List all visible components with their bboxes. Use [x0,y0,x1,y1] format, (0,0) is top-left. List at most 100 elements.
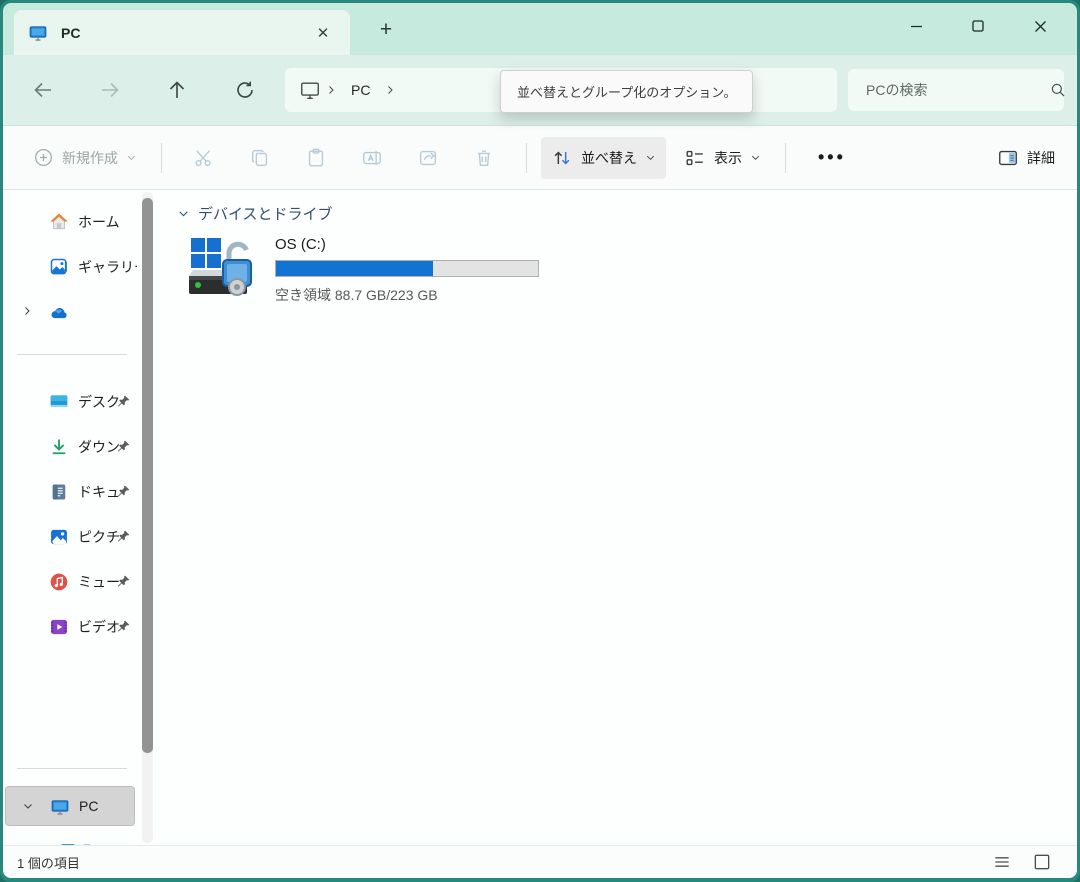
drive-free-space: 空き領域 88.7 GB/223 GB [275,285,539,305]
tab-pc[interactable]: PC ✕ [14,10,350,55]
paste-button[interactable] [288,137,344,179]
tab-title: PC [61,25,310,41]
pin-icon [116,619,131,634]
documents-icon [49,482,69,502]
explorer-window: PC ✕ + [0,0,1080,882]
toolbar-divider [161,143,162,173]
downloads-icon [49,437,69,457]
home-icon [49,212,69,232]
minimize-button[interactable] [885,3,947,49]
drive-item-os-c[interactable]: OS (C:) 空き領域 88.7 GB/223 GB [187,234,539,305]
navigation-bar: PC 並べ替えとグループ化のオプション。 [3,55,1077,125]
chevron-right-icon[interactable] [21,305,33,317]
chevron-down-icon [645,152,656,163]
drive-name: OS (C:) [275,236,539,253]
sidebar-item-onedrive[interactable] [5,294,137,330]
copy-button[interactable] [232,137,288,179]
new-button-label: 新規作成 [62,148,118,168]
details-button-label: 詳細 [1027,148,1055,168]
up-button[interactable] [163,76,191,104]
chevron-down-icon[interactable] [177,207,190,220]
search-input[interactable] [864,81,1049,99]
breadcrumb-item-pc[interactable]: PC [341,82,380,98]
sort-arrows-icon [551,147,573,169]
sort-options-tooltip: 並べ替えとグループ化のオプション。 [500,70,753,113]
pin-icon [116,484,131,499]
gallery-icon [49,257,69,277]
refresh-button[interactable] [231,76,259,104]
sidebar-item-music[interactable]: ミュー [5,564,137,600]
toolbar-divider [526,143,527,173]
sidebar-item-pc[interactable]: PC [5,786,135,826]
breadcrumb-chevron-icon[interactable] [384,84,396,96]
sidebar-item-gallery[interactable]: ギャラリー [5,249,137,285]
pin-icon [116,574,131,589]
search-icon[interactable] [1049,81,1067,99]
drive-bitlocker-icon [187,234,263,305]
delete-button[interactable] [456,137,512,179]
sidebar-divider [17,768,127,769]
sidebar-item-home[interactable]: ホーム [5,204,137,240]
cut-button[interactable] [176,137,232,179]
this-pc-icon [299,79,321,101]
view-button[interactable]: 表示 [674,137,771,179]
section-header-devices[interactable]: デバイスとドライブ [177,203,333,224]
drive-usage-fill [276,261,433,276]
sort-button[interactable]: 並べ替え [541,137,666,179]
file-list-area: デバイスとドライブ [163,190,1077,845]
desktop-icon [49,392,69,412]
sidebar-item-label: PC [79,798,134,814]
item-count-label: 1 個の項目 [17,853,80,872]
rename-button[interactable] [344,137,400,179]
search-box[interactable] [848,69,1064,111]
status-view-toggles [989,850,1063,874]
sidebar-item-videos[interactable]: ビデオ [5,609,137,645]
sidebar-item-documents[interactable]: ドキュ [5,474,137,510]
drive-usage-bar [275,260,539,277]
pin-icon [116,529,131,544]
large-icons-view-icon[interactable] [1029,850,1055,874]
navigation-pane: ホーム ギャラリー [3,190,155,845]
breadcrumb-chevron-icon[interactable] [325,84,337,96]
sidebar-scrollbar-thumb[interactable] [142,198,153,753]
drive-info: OS (C:) 空き領域 88.7 GB/223 GB [275,234,539,305]
pictures-icon [49,527,69,547]
pin-icon [116,439,131,454]
details-pane-icon [997,147,1019,169]
pin-icon [116,394,131,409]
view-button-label: 表示 [714,148,742,168]
sort-button-label: 並べ替え [581,148,637,168]
tab-close-icon[interactable]: ✕ [310,20,336,46]
plus-circle-icon [33,147,54,168]
sidebar-item-pictures[interactable]: ピクチ [5,519,137,555]
close-button[interactable] [1009,3,1071,49]
toolbar-divider [785,143,786,173]
onedrive-cloud-icon [49,302,69,322]
back-button[interactable] [29,76,57,104]
details-view-icon[interactable] [989,850,1015,874]
new-button[interactable]: 新規作成 [23,137,147,179]
sidebar-item-partial [61,844,91,845]
sidebar-item-label: ギャラリー [78,257,137,277]
body-area: ホーム ギャラリー [3,190,1077,845]
details-button[interactable]: 詳細 [987,137,1065,179]
chevron-down-icon[interactable] [22,800,34,812]
command-toolbar: 新規作成 [3,125,1077,190]
new-tab-button[interactable]: + [371,16,401,44]
more-options-button[interactable]: ••• [800,147,864,168]
chevron-down-icon [750,152,761,163]
this-pc-icon [50,796,70,816]
status-bar: 1 個の項目 [3,845,1077,878]
this-pc-icon [28,23,48,43]
maximize-button[interactable] [947,3,1009,49]
sidebar-item-downloads[interactable]: ダウン [5,429,137,465]
window-controls [885,3,1071,49]
music-icon [49,572,69,592]
tab-strip: PC ✕ + [3,3,1077,55]
sidebar-item-desktop[interactable]: デスク [5,384,137,420]
chevron-down-icon [126,152,137,163]
window-inner: PC ✕ + [3,3,1077,878]
forward-button[interactable] [96,76,124,104]
share-button[interactable] [400,137,456,179]
view-list-icon [684,147,706,169]
